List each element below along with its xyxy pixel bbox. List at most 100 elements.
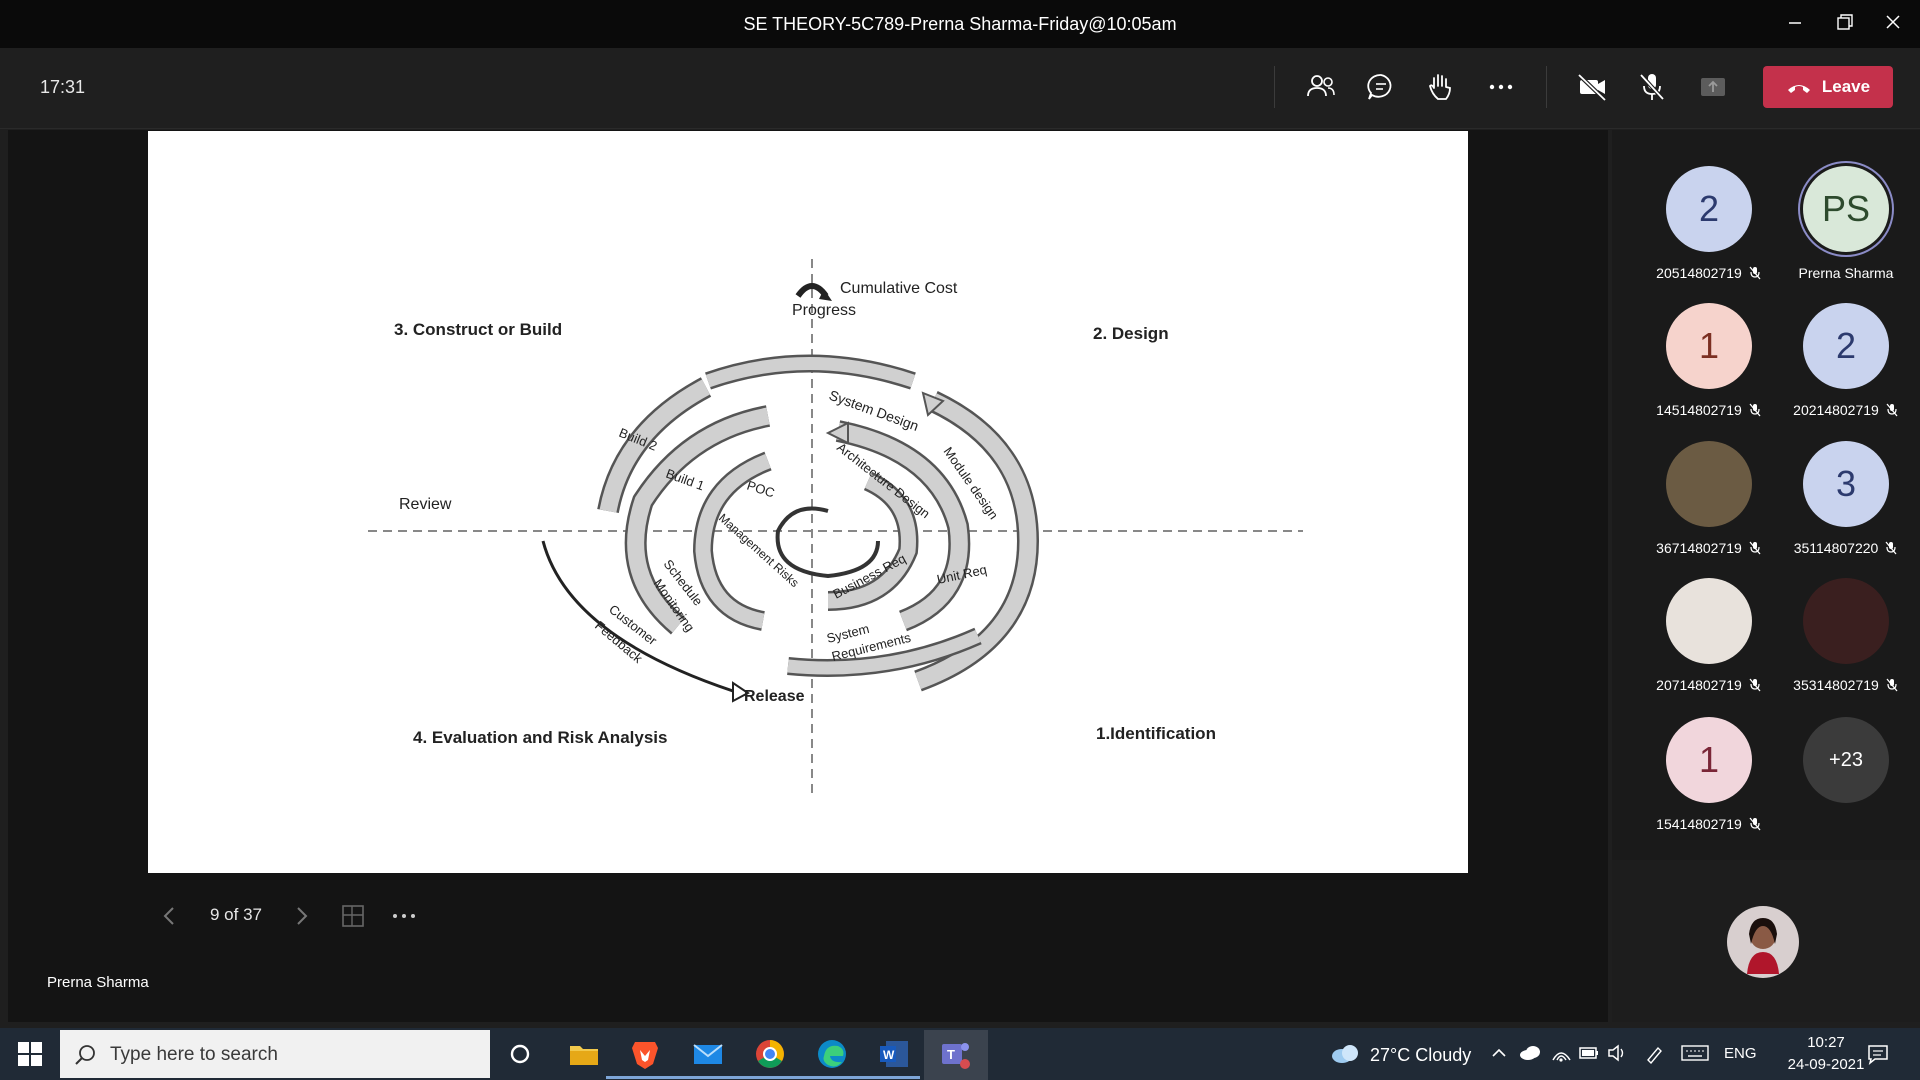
- participant-avatar: [1666, 578, 1752, 664]
- running-indicator: [668, 1076, 732, 1079]
- chat-icon[interactable]: [1364, 70, 1398, 104]
- participants-icon[interactable]: [1304, 70, 1338, 104]
- window-title: SE THEORY-5C789-Prerna Sharma-Friday@10:…: [743, 14, 1177, 34]
- clock-time[interactable]: 10:27: [1790, 1034, 1862, 1051]
- page-indicator: 9 of 37: [210, 905, 262, 924]
- participant-avatar: +23: [1803, 717, 1889, 803]
- taskbar-search[interactable]: Type here to search: [60, 1030, 490, 1078]
- self-video[interactable]: [1612, 860, 1920, 1022]
- active-app-highlight: [924, 1030, 988, 1080]
- camera-off-icon[interactable]: [1575, 70, 1609, 104]
- mic-off-icon[interactable]: [1635, 70, 1669, 104]
- edge-icon[interactable]: [814, 1036, 850, 1072]
- more-options-icon[interactable]: [1484, 70, 1518, 104]
- cortana-icon[interactable]: [502, 1036, 538, 1072]
- wifi-icon[interactable]: [1550, 1042, 1572, 1064]
- weather-cloud-icon[interactable]: [1330, 1042, 1360, 1064]
- search-icon: [75, 1045, 95, 1065]
- participant-tile[interactable]: 35314802719: [1781, 556, 1911, 693]
- battery-icon[interactable]: [1578, 1044, 1600, 1062]
- quadrant-1-label: 1.Identification: [1096, 724, 1216, 743]
- meeting-toolbar: 17:31 Leave: [0, 48, 1920, 129]
- chrome-icon[interactable]: [752, 1036, 788, 1072]
- participant-tile[interactable]: 1 15414802719: [1644, 695, 1774, 832]
- meeting-timer: 17:31: [40, 77, 86, 97]
- participant-avatar: 2: [1666, 166, 1752, 252]
- participant-avatar: PS: [1803, 166, 1889, 252]
- participant-avatar: 3: [1803, 441, 1889, 527]
- hang-up-icon: [1787, 85, 1810, 93]
- build-1-label: Build 1: [664, 466, 706, 494]
- previous-slide-icon[interactable]: [160, 905, 180, 927]
- brave-browser-icon[interactable]: [627, 1036, 663, 1072]
- volume-icon[interactable]: [1606, 1042, 1628, 1064]
- windows-start-icon[interactable]: [18, 1042, 42, 1066]
- close-button[interactable]: [1878, 10, 1908, 36]
- muted-mic-icon: [1749, 266, 1761, 280]
- participant-avatar: [1803, 578, 1889, 664]
- mail-icon[interactable]: [690, 1036, 726, 1072]
- review-label: Review: [399, 496, 452, 513]
- muted-mic-icon: [1749, 403, 1761, 417]
- participant-tile[interactable]: 20714802719: [1644, 556, 1774, 693]
- shared-slide: Cumulative Cost Progress 3. Construct or…: [148, 131, 1468, 873]
- running-indicator: [730, 1076, 794, 1079]
- participant-name: 20514802719: [1644, 265, 1774, 281]
- participant-avatar: [1666, 441, 1752, 527]
- participant-name: 35314802719: [1781, 677, 1911, 693]
- spiral-model-diagram: Cumulative Cost Progress 3. Construct or…: [368, 259, 1303, 799]
- muted-mic-icon: [1749, 541, 1761, 555]
- slides-grid-icon[interactable]: [340, 903, 366, 929]
- participant-name: 35114807220: [1781, 540, 1911, 556]
- participant-tile[interactable]: +23: [1781, 695, 1911, 825]
- raise-hand-icon[interactable]: [1424, 70, 1458, 104]
- presenter-name: Prerna Sharma: [47, 974, 149, 991]
- participant-tile[interactable]: 36714802719: [1644, 419, 1774, 556]
- poc-label: POC: [745, 478, 776, 501]
- quadrant-3-label: 3. Construct or Build: [394, 320, 562, 339]
- participant-name: 15414802719: [1644, 816, 1774, 832]
- muted-mic-icon: [1749, 817, 1761, 831]
- keyboard-icon[interactable]: [1680, 1044, 1710, 1062]
- running-indicator: [794, 1076, 858, 1079]
- search-placeholder: Type here to search: [110, 1044, 278, 1065]
- toolbar-divider: [1546, 66, 1547, 108]
- participant-name: 36714802719: [1644, 540, 1774, 556]
- participant-tile[interactable]: 3 35114807220: [1781, 419, 1911, 556]
- participant-name: 20214802719: [1781, 402, 1911, 418]
- windows-taskbar: Type here to search W T 27°C Cloudy ENG …: [0, 1028, 1920, 1080]
- cumulative-cost-label: Cumulative Cost: [840, 280, 958, 297]
- participant-avatar: 2: [1803, 303, 1889, 389]
- pen-icon[interactable]: [1644, 1042, 1666, 1064]
- weather-text[interactable]: 27°C Cloudy: [1370, 1045, 1471, 1066]
- participant-tile[interactable]: 1 14514802719: [1644, 281, 1774, 418]
- participant-name: Prerna Sharma: [1798, 265, 1894, 281]
- next-slide-icon[interactable]: [292, 905, 312, 927]
- slide-more-icon[interactable]: [390, 905, 420, 927]
- language-indicator[interactable]: ENG: [1724, 1045, 1757, 1062]
- participant-tile[interactable]: PS Prerna Sharma: [1781, 144, 1911, 281]
- management-risks-label: Management Risks: [716, 511, 802, 590]
- onedrive-icon[interactable]: [1518, 1044, 1542, 1062]
- restore-button[interactable]: [1830, 10, 1860, 36]
- quadrant-2-label: 2. Design: [1093, 324, 1169, 343]
- slide-controls: 9 of 37: [160, 895, 460, 935]
- chevron-up-icon[interactable]: [1490, 1044, 1508, 1062]
- progress-label: Progress: [792, 302, 856, 319]
- release-label: Release: [744, 688, 805, 705]
- participant-tile[interactable]: 2 20514802719: [1644, 144, 1774, 281]
- muted-mic-icon: [1886, 403, 1898, 417]
- minimize-button[interactable]: [1780, 10, 1810, 36]
- participant-avatar: 1: [1666, 717, 1752, 803]
- self-avatar: [1727, 906, 1799, 978]
- share-screen-icon[interactable]: [1696, 70, 1730, 104]
- leave-button[interactable]: Leave: [1763, 66, 1893, 108]
- notifications-icon[interactable]: [1866, 1042, 1890, 1066]
- leave-label: Leave: [1821, 77, 1871, 96]
- title-bar: SE THEORY-5C789-Prerna Sharma-Friday@10:…: [0, 0, 1920, 48]
- participant-name: 14514802719: [1644, 402, 1774, 418]
- participant-tile[interactable]: 2 20214802719: [1781, 281, 1911, 418]
- running-indicator: [606, 1076, 670, 1079]
- file-explorer-icon[interactable]: [566, 1036, 602, 1072]
- word-icon[interactable]: W: [876, 1036, 912, 1072]
